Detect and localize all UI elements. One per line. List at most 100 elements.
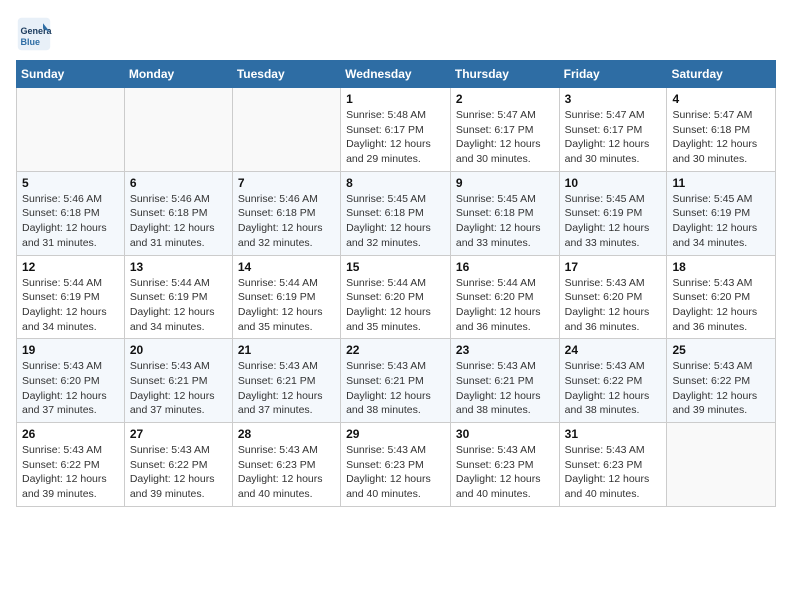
day-number: 2 xyxy=(456,92,554,106)
day-info: Sunrise: 5:47 AM Sunset: 6:17 PM Dayligh… xyxy=(456,108,554,167)
calendar-cell: 29 Sunrise: 5:43 AM Sunset: 6:23 PM Dayli… xyxy=(341,423,451,507)
weekday-header-saturday: Saturday xyxy=(667,61,776,88)
page-header: General Blue xyxy=(16,16,776,52)
weekday-header-row: SundayMondayTuesdayWednesdayThursdayFrid… xyxy=(17,61,776,88)
day-number: 30 xyxy=(456,427,554,441)
day-info: Sunrise: 5:43 AM Sunset: 6:22 PM Dayligh… xyxy=(130,443,227,502)
day-number: 31 xyxy=(565,427,662,441)
day-info: Sunrise: 5:46 AM Sunset: 6:18 PM Dayligh… xyxy=(22,192,119,251)
day-number: 5 xyxy=(22,176,119,190)
day-info: Sunrise: 5:43 AM Sunset: 6:20 PM Dayligh… xyxy=(22,359,119,418)
calendar-cell xyxy=(667,423,776,507)
day-number: 13 xyxy=(130,260,227,274)
day-info: Sunrise: 5:44 AM Sunset: 6:19 PM Dayligh… xyxy=(22,276,119,335)
calendar-cell: 12 Sunrise: 5:44 AM Sunset: 6:19 PM Dayli… xyxy=(17,255,125,339)
day-info: Sunrise: 5:43 AM Sunset: 6:21 PM Dayligh… xyxy=(346,359,445,418)
calendar-cell: 18 Sunrise: 5:43 AM Sunset: 6:20 PM Dayli… xyxy=(667,255,776,339)
weekday-header-tuesday: Tuesday xyxy=(232,61,340,88)
day-number: 19 xyxy=(22,343,119,357)
calendar-week-row: 26Sunrise: 5:43 AM Sunset: 6:22 PM Dayli… xyxy=(17,423,776,507)
svg-text:Blue: Blue xyxy=(21,37,41,47)
day-info: Sunrise: 5:43 AM Sunset: 6:21 PM Dayligh… xyxy=(130,359,227,418)
svg-text:General: General xyxy=(21,26,53,36)
calendar-cell xyxy=(124,88,232,172)
day-number: 1 xyxy=(346,92,445,106)
day-number: 20 xyxy=(130,343,227,357)
calendar-cell: 5 Sunrise: 5:46 AM Sunset: 6:18 PM Daylig… xyxy=(17,171,125,255)
day-info: Sunrise: 5:45 AM Sunset: 6:19 PM Dayligh… xyxy=(565,192,662,251)
calendar-cell: 27Sunrise: 5:43 AM Sunset: 6:22 PM Dayli… xyxy=(124,423,232,507)
calendar-cell: 14 Sunrise: 5:44 AM Sunset: 6:19 PM Dayli… xyxy=(232,255,340,339)
day-number: 28 xyxy=(238,427,335,441)
day-info: Sunrise: 5:45 AM Sunset: 6:19 PM Dayligh… xyxy=(672,192,770,251)
day-number: 6 xyxy=(130,176,227,190)
day-number: 18 xyxy=(672,260,770,274)
day-number: 12 xyxy=(22,260,119,274)
day-number: 4 xyxy=(672,92,770,106)
day-number: 7 xyxy=(238,176,335,190)
day-info: Sunrise: 5:43 AM Sunset: 6:23 PM Dayligh… xyxy=(238,443,335,502)
day-info: Sunrise: 5:43 AM Sunset: 6:23 PM Dayligh… xyxy=(565,443,662,502)
day-info: Sunrise: 5:43 AM Sunset: 6:20 PM Dayligh… xyxy=(565,276,662,335)
calendar-cell: 17 Sunrise: 5:43 AM Sunset: 6:20 PM Dayli… xyxy=(559,255,667,339)
day-number: 14 xyxy=(238,260,335,274)
calendar-week-row: 5 Sunrise: 5:46 AM Sunset: 6:18 PM Daylig… xyxy=(17,171,776,255)
day-number: 9 xyxy=(456,176,554,190)
day-number: 29 xyxy=(346,427,445,441)
calendar-cell: 13 Sunrise: 5:44 AM Sunset: 6:19 PM Dayli… xyxy=(124,255,232,339)
calendar-cell: 30 Sunrise: 5:43 AM Sunset: 6:23 PM Dayli… xyxy=(450,423,559,507)
calendar-cell: 19 Sunrise: 5:43 AM Sunset: 6:20 PM Dayli… xyxy=(17,339,125,423)
day-info: Sunrise: 5:43 AM Sunset: 6:20 PM Dayligh… xyxy=(672,276,770,335)
calendar-cell: 23 Sunrise: 5:43 AM Sunset: 6:21 PM Dayli… xyxy=(450,339,559,423)
day-info: Sunrise: 5:44 AM Sunset: 6:20 PM Dayligh… xyxy=(456,276,554,335)
logo: General Blue xyxy=(16,16,56,52)
calendar-cell: 8 Sunrise: 5:45 AM Sunset: 6:18 PM Daylig… xyxy=(341,171,451,255)
calendar-cell: 26Sunrise: 5:43 AM Sunset: 6:22 PM Dayli… xyxy=(17,423,125,507)
logo-icon: General Blue xyxy=(16,16,52,52)
day-number: 10 xyxy=(565,176,662,190)
calendar-week-row: 12 Sunrise: 5:44 AM Sunset: 6:19 PM Dayli… xyxy=(17,255,776,339)
calendar-cell: 1 Sunrise: 5:48 AM Sunset: 6:17 PM Daylig… xyxy=(341,88,451,172)
day-number: 25 xyxy=(672,343,770,357)
calendar-cell: 31 Sunrise: 5:43 AM Sunset: 6:23 PM Dayli… xyxy=(559,423,667,507)
weekday-header-monday: Monday xyxy=(124,61,232,88)
day-number: 16 xyxy=(456,260,554,274)
weekday-header-wednesday: Wednesday xyxy=(341,61,451,88)
calendar-cell: 2 Sunrise: 5:47 AM Sunset: 6:17 PM Daylig… xyxy=(450,88,559,172)
day-info: Sunrise: 5:46 AM Sunset: 6:18 PM Dayligh… xyxy=(238,192,335,251)
day-info: Sunrise: 5:48 AM Sunset: 6:17 PM Dayligh… xyxy=(346,108,445,167)
calendar-table: SundayMondayTuesdayWednesdayThursdayFrid… xyxy=(16,60,776,507)
day-info: Sunrise: 5:43 AM Sunset: 6:21 PM Dayligh… xyxy=(456,359,554,418)
day-info: Sunrise: 5:44 AM Sunset: 6:19 PM Dayligh… xyxy=(130,276,227,335)
calendar-cell: 15Sunrise: 5:44 AM Sunset: 6:20 PM Dayli… xyxy=(341,255,451,339)
day-info: Sunrise: 5:43 AM Sunset: 6:22 PM Dayligh… xyxy=(22,443,119,502)
calendar-cell xyxy=(232,88,340,172)
day-number: 22 xyxy=(346,343,445,357)
day-info: Sunrise: 5:43 AM Sunset: 6:22 PM Dayligh… xyxy=(565,359,662,418)
day-number: 3 xyxy=(565,92,662,106)
day-info: Sunrise: 5:45 AM Sunset: 6:18 PM Dayligh… xyxy=(346,192,445,251)
day-info: Sunrise: 5:43 AM Sunset: 6:23 PM Dayligh… xyxy=(456,443,554,502)
calendar-cell: 7 Sunrise: 5:46 AM Sunset: 6:18 PM Daylig… xyxy=(232,171,340,255)
day-number: 24 xyxy=(565,343,662,357)
weekday-header-thursday: Thursday xyxy=(450,61,559,88)
day-number: 8 xyxy=(346,176,445,190)
day-number: 21 xyxy=(238,343,335,357)
day-number: 23 xyxy=(456,343,554,357)
calendar-cell: 22 Sunrise: 5:43 AM Sunset: 6:21 PM Dayli… xyxy=(341,339,451,423)
day-info: Sunrise: 5:43 AM Sunset: 6:21 PM Dayligh… xyxy=(238,359,335,418)
day-number: 15 xyxy=(346,260,445,274)
calendar-cell: 20 Sunrise: 5:43 AM Sunset: 6:21 PM Dayli… xyxy=(124,339,232,423)
calendar-cell: 25 Sunrise: 5:43 AM Sunset: 6:22 PM Dayli… xyxy=(667,339,776,423)
day-info: Sunrise: 5:43 AM Sunset: 6:23 PM Dayligh… xyxy=(346,443,445,502)
calendar-week-row: 1 Sunrise: 5:48 AM Sunset: 6:17 PM Daylig… xyxy=(17,88,776,172)
day-info: Sunrise: 5:47 AM Sunset: 6:18 PM Dayligh… xyxy=(672,108,770,167)
day-info: Sunrise: 5:44 AM Sunset: 6:19 PM Dayligh… xyxy=(238,276,335,335)
day-info: Sunrise: 5:43 AM Sunset: 6:22 PM Dayligh… xyxy=(672,359,770,418)
weekday-header-sunday: Sunday xyxy=(17,61,125,88)
calendar-cell: 4 Sunrise: 5:47 AM Sunset: 6:18 PM Daylig… xyxy=(667,88,776,172)
day-number: 17 xyxy=(565,260,662,274)
day-info: Sunrise: 5:46 AM Sunset: 6:18 PM Dayligh… xyxy=(130,192,227,251)
calendar-cell: 28 Sunrise: 5:43 AM Sunset: 6:23 PM Dayli… xyxy=(232,423,340,507)
calendar-cell: 24 Sunrise: 5:43 AM Sunset: 6:22 PM Dayli… xyxy=(559,339,667,423)
